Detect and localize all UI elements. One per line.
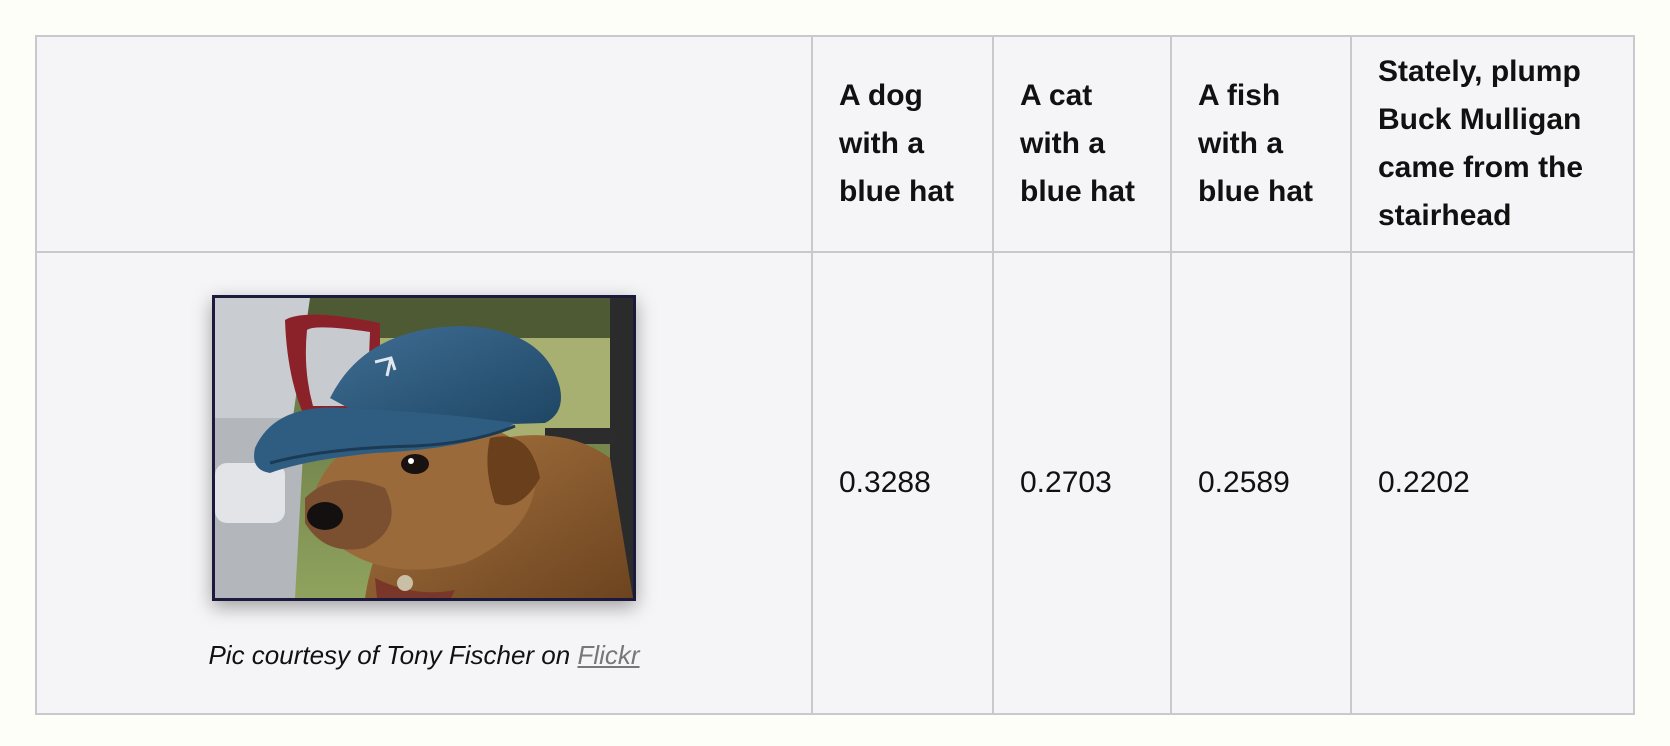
dog-with-hat-image: [215, 298, 633, 598]
score-dog: 0.3288: [811, 251, 994, 715]
header-cat: A cat with a blue hat: [992, 35, 1172, 253]
header-row: A dog with a blue hat A cat with a blue …: [35, 35, 1635, 253]
empty-header-cell: [35, 35, 813, 253]
flickr-link[interactable]: Flickr: [577, 640, 639, 670]
caption-text: Pic courtesy of Tony Fischer on: [208, 640, 578, 670]
score-fish: 0.2589: [1170, 251, 1352, 715]
results-table-wrapper: A dog with a blue hat A cat with a blue …: [35, 35, 1635, 715]
header-dog: A dog with a blue hat: [811, 35, 994, 253]
image-cell: Pic courtesy of Tony Fischer on Flickr: [35, 251, 813, 715]
score-row: Pic courtesy of Tony Fischer on Flickr 0…: [35, 251, 1635, 715]
header-buck-mulligan: Stately, plump Buck Mulligan came from t…: [1350, 35, 1635, 253]
photo-caption: Pic courtesy of Tony Fischer on Flickr: [37, 640, 811, 671]
dog-photo: [212, 295, 636, 601]
clip-scores-table: A dog with a blue hat A cat with a blue …: [35, 35, 1635, 715]
header-fish: A fish with a blue hat: [1170, 35, 1352, 253]
score-cat: 0.2703: [992, 251, 1172, 715]
score-buck-mulligan: 0.2202: [1350, 251, 1635, 715]
